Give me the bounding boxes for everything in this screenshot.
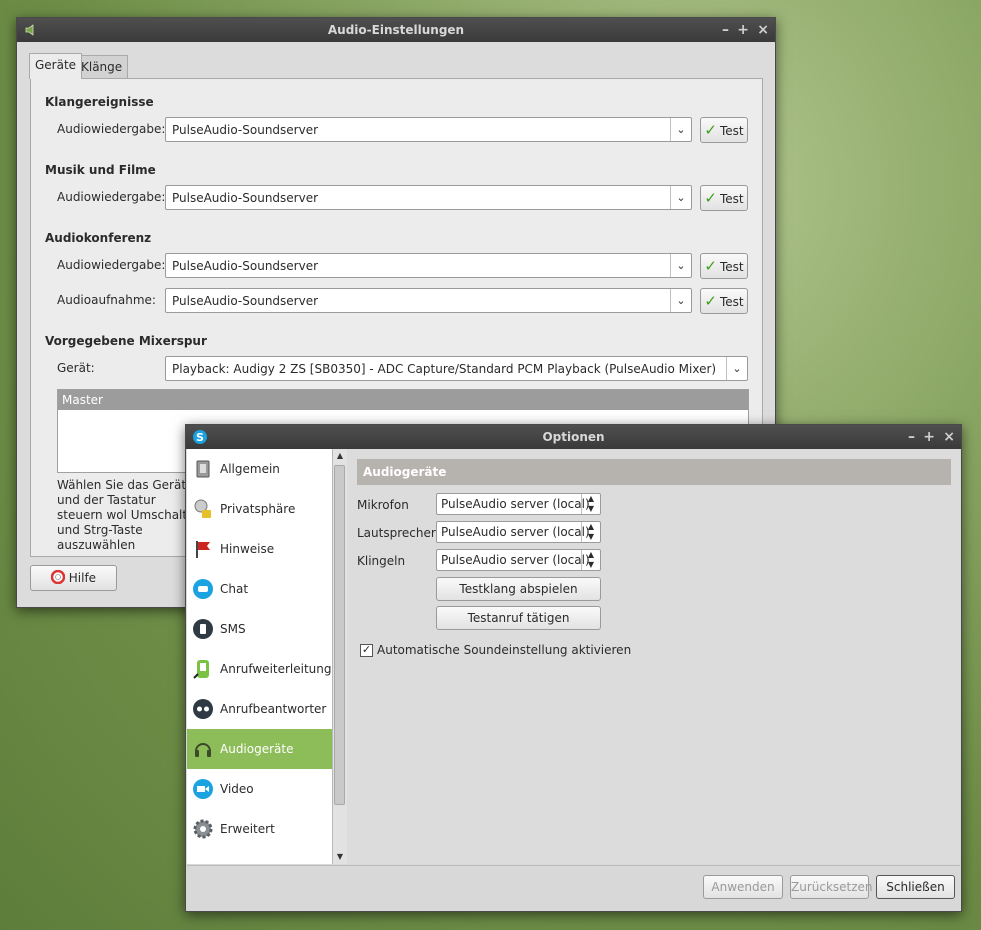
section-musik: Musik und Filme	[45, 163, 156, 177]
sidebar-item-hinweise[interactable]: Hinweise	[187, 529, 332, 569]
test-call-button[interactable]: Testanruf tätigen	[436, 606, 601, 630]
section-audiokonferenz: Audiokonferenz	[45, 231, 152, 245]
label-klingeln: Klingeln	[357, 554, 406, 568]
section-klangereignisse: Klangereignisse	[45, 95, 154, 109]
chat-icon	[193, 579, 213, 599]
section-audiogeraete-header: Audiogeräte	[357, 459, 951, 485]
test-button-1[interactable]: ✓ Test	[700, 117, 748, 143]
mixer-device-combo[interactable]: Playback: Audigy 2 ZS [SB0350] - ADC Cap…	[165, 356, 748, 381]
lifebuoy-icon	[50, 569, 66, 585]
auto-sound-label: Automatische Soundeinstellung aktivieren	[377, 643, 632, 657]
updown-arrows-icon: ▲ ▼	[581, 550, 600, 570]
checkmark-icon: ✓	[704, 189, 717, 207]
help-button[interactable]: Hilfe	[30, 565, 117, 591]
label-audiowiedergabe-3: Audiowiedergabe:	[57, 258, 166, 272]
chevron-down-icon: ⌄	[670, 254, 691, 277]
sidebar-item-video[interactable]: Video	[187, 769, 332, 809]
tab-klaenge[interactable]: Klänge	[75, 55, 129, 78]
options-sidebar: Allgemein Privatsphäre Hinweise Chat SMS…	[187, 449, 333, 864]
reset-button[interactable]: Zurücksetzen	[790, 875, 873, 899]
audio-settings-titlebar[interactable]: Audio-Einstellungen – + ×	[17, 18, 775, 42]
checkmark-icon: ✓	[704, 257, 717, 275]
checkmark-icon: ✓	[704, 292, 717, 310]
sidebar-item-anrufbeantworter[interactable]: Anrufbeantworter	[187, 689, 332, 729]
audio-devices-content: Audiogeräte Mikrofon PulseAudio server (…	[347, 449, 960, 864]
maximize-icon[interactable]: +	[737, 18, 749, 42]
skype-icon: S	[193, 430, 207, 444]
close-icon[interactable]: ×	[757, 18, 769, 42]
chevron-down-icon: ⌄	[670, 118, 691, 141]
privacy-icon	[194, 499, 211, 518]
scroll-up-icon[interactable]: ▲	[333, 449, 347, 463]
label-audioaufnahme: Audioaufnahme:	[57, 293, 156, 307]
close-icon[interactable]: ×	[943, 425, 955, 449]
test-button-3[interactable]: ✓ Test	[700, 253, 748, 279]
minimize-icon[interactable]: –	[908, 425, 915, 449]
sidebar-item-allgemein[interactable]: Allgemein	[187, 449, 332, 489]
voicemail-icon	[193, 699, 213, 719]
mixer-track-master[interactable]: Master	[58, 390, 748, 410]
test-button-4[interactable]: ✓ Test	[700, 288, 748, 314]
checkmark-icon: ✓	[704, 121, 717, 139]
video-icon	[193, 779, 213, 799]
label-lautsprecher: Lautsprecher	[357, 526, 436, 540]
speaker-app-icon	[25, 24, 34, 36]
close-button[interactable]: Schließen	[876, 875, 955, 899]
flag-icon	[196, 541, 210, 558]
options-button-bar: Anwenden Zurücksetzen Schließen	[187, 865, 960, 911]
chevron-down-icon: ⌄	[670, 289, 691, 312]
svg-text:S: S	[196, 431, 204, 444]
options-titlebar[interactable]: S Optionen – + ×	[186, 425, 961, 449]
scrollbar-thumb[interactable]	[334, 465, 345, 805]
sidebar-scrollbar[interactable]: ▲ ▼	[332, 449, 347, 864]
call-forward-icon	[193, 660, 209, 679]
scroll-down-icon[interactable]: ▼	[333, 850, 347, 864]
gear-icon	[193, 819, 213, 839]
sidebar-item-privatsphaere[interactable]: Privatsphäre	[187, 489, 332, 529]
chevron-down-icon: ⌄	[670, 186, 691, 209]
mikrofon-select[interactable]: PulseAudio server (local) ▲ ▼	[436, 493, 601, 515]
sidebar-item-sms[interactable]: SMS	[187, 609, 332, 649]
sidebar-item-anrufweiterleitung[interactable]: Anrufweiterleitung	[187, 649, 332, 689]
label-audiowiedergabe-1: Audiowiedergabe:	[57, 122, 166, 136]
audiowiedergabe-combo-1[interactable]: PulseAudio-Soundserver ⌄	[165, 117, 692, 142]
sidebar-item-audiogeraete[interactable]: Audiogeräte	[187, 729, 332, 769]
lautsprecher-select[interactable]: PulseAudio server (local) ▲ ▼	[436, 521, 601, 543]
audio-settings-title: Audio-Einstellungen	[327, 23, 465, 37]
sms-icon	[193, 619, 213, 639]
chevron-down-icon: ⌄	[726, 357, 747, 380]
headset-icon	[195, 743, 211, 757]
tab-geraete[interactable]: Geräte	[29, 53, 83, 79]
audiowiedergabe-combo-3[interactable]: PulseAudio-Soundserver ⌄	[165, 253, 692, 278]
audiowiedergabe-combo-2[interactable]: PulseAudio-Soundserver ⌄	[165, 185, 692, 210]
test-button-2[interactable]: ✓ Test	[700, 185, 748, 211]
minimize-icon[interactable]: –	[722, 18, 729, 42]
updown-arrows-icon: ▲ ▼	[581, 494, 600, 514]
updown-arrows-icon: ▲ ▼	[581, 522, 600, 542]
options-title: Optionen	[542, 430, 605, 444]
mixer-description: Wählen Sie das Gerät und der Tastatur st…	[57, 478, 192, 552]
maximize-icon[interactable]: +	[923, 425, 935, 449]
auto-sound-checkbox[interactable]: ✓	[360, 644, 373, 657]
general-icon	[196, 460, 210, 478]
klingeln-select[interactable]: PulseAudio server (local) ▲ ▼	[436, 549, 601, 571]
audioaufnahme-combo[interactable]: PulseAudio-Soundserver ⌄	[165, 288, 692, 313]
label-mikrofon: Mikrofon	[357, 498, 409, 512]
apply-button[interactable]: Anwenden	[703, 875, 783, 899]
label-geraet: Gerät:	[57, 361, 95, 375]
options-window: S Optionen – + × Allgemein Privatsphäre …	[185, 424, 962, 912]
sidebar-item-erweitert[interactable]: Erweitert	[187, 809, 332, 849]
label-audiowiedergabe-2: Audiowiedergabe:	[57, 190, 166, 204]
sidebar-item-chat[interactable]: Chat	[187, 569, 332, 609]
section-mixerspur: Vorgegebene Mixerspur	[45, 334, 207, 348]
test-sound-button[interactable]: Testklang abspielen	[436, 577, 601, 601]
